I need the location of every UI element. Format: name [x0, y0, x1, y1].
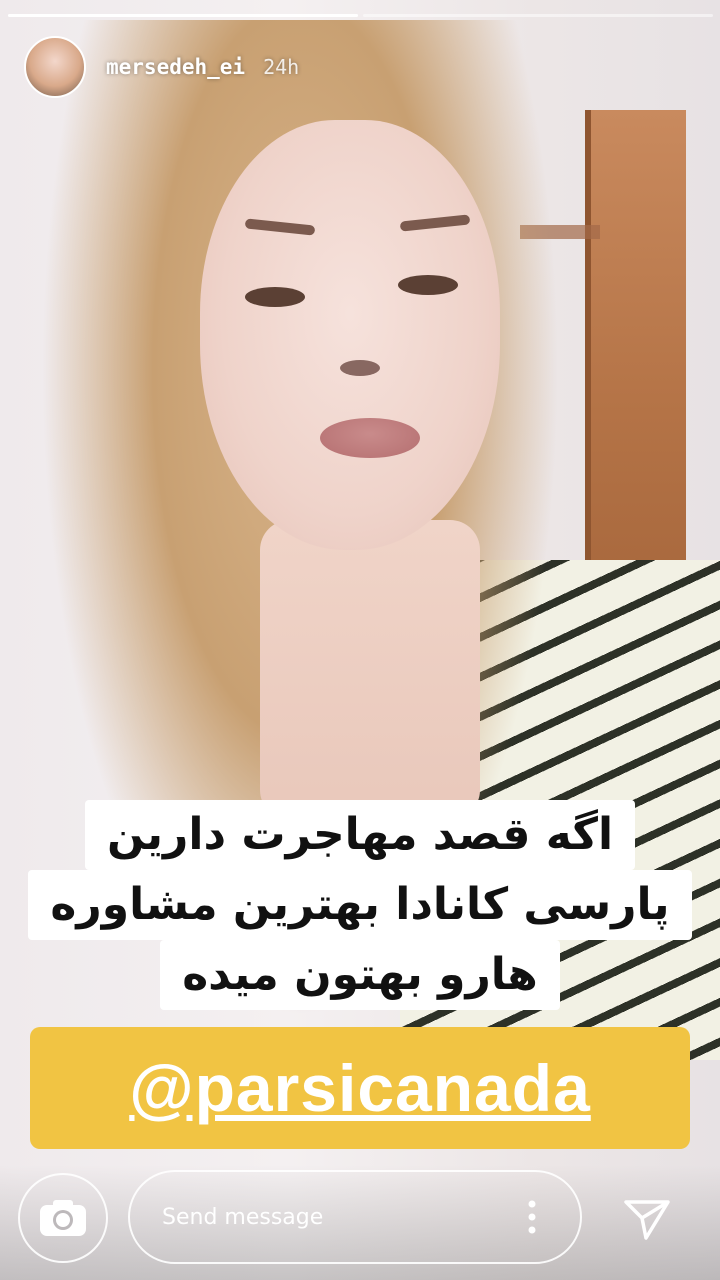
story-header: mersedeh_ei 24h: [24, 36, 299, 98]
story-photo-neck: [260, 520, 480, 820]
message-input[interactable]: Send message: [128, 1170, 582, 1264]
story-photo-eye-right: [398, 275, 458, 295]
story-photo-eye-left: [245, 287, 305, 307]
story-photo-lips: [320, 418, 420, 458]
story-photo-door: [585, 110, 686, 590]
caption-line-2: پارسی کانادا بهترین مشاوره: [28, 870, 692, 940]
mention-text: @parsicanada: [129, 1051, 591, 1125]
more-vertical-icon[interactable]: [528, 1200, 536, 1234]
story-progress-bar-2: [363, 14, 713, 17]
message-placeholder: Send message: [162, 1204, 324, 1230]
avatar[interactable]: [24, 36, 86, 98]
camera-icon: [40, 1200, 86, 1236]
caption-line-1: اگه قصد مهاجرت دارین: [84, 800, 636, 870]
camera-button[interactable]: [18, 1173, 108, 1263]
story-progress-bar-1: [8, 14, 358, 17]
story-progress-fill-1: [8, 14, 358, 17]
caption-line-3: هارو بهتون میده: [160, 940, 560, 1010]
timestamp: 24h: [263, 55, 300, 79]
story-photo-face: [200, 120, 500, 550]
story-photo-nose: [340, 360, 380, 376]
mention-sticker[interactable]: @parsicanada: [30, 1027, 690, 1149]
send-icon[interactable]: [620, 1192, 674, 1246]
caption-block: اگه قصد مهاجرت دارین پارسی کانادا بهترین…: [0, 800, 720, 1010]
story-view[interactable]: mersedeh_ei 24h اگه قصد مهاجرت دارین پار…: [0, 0, 720, 1280]
username[interactable]: mersedeh_ei: [106, 55, 245, 79]
